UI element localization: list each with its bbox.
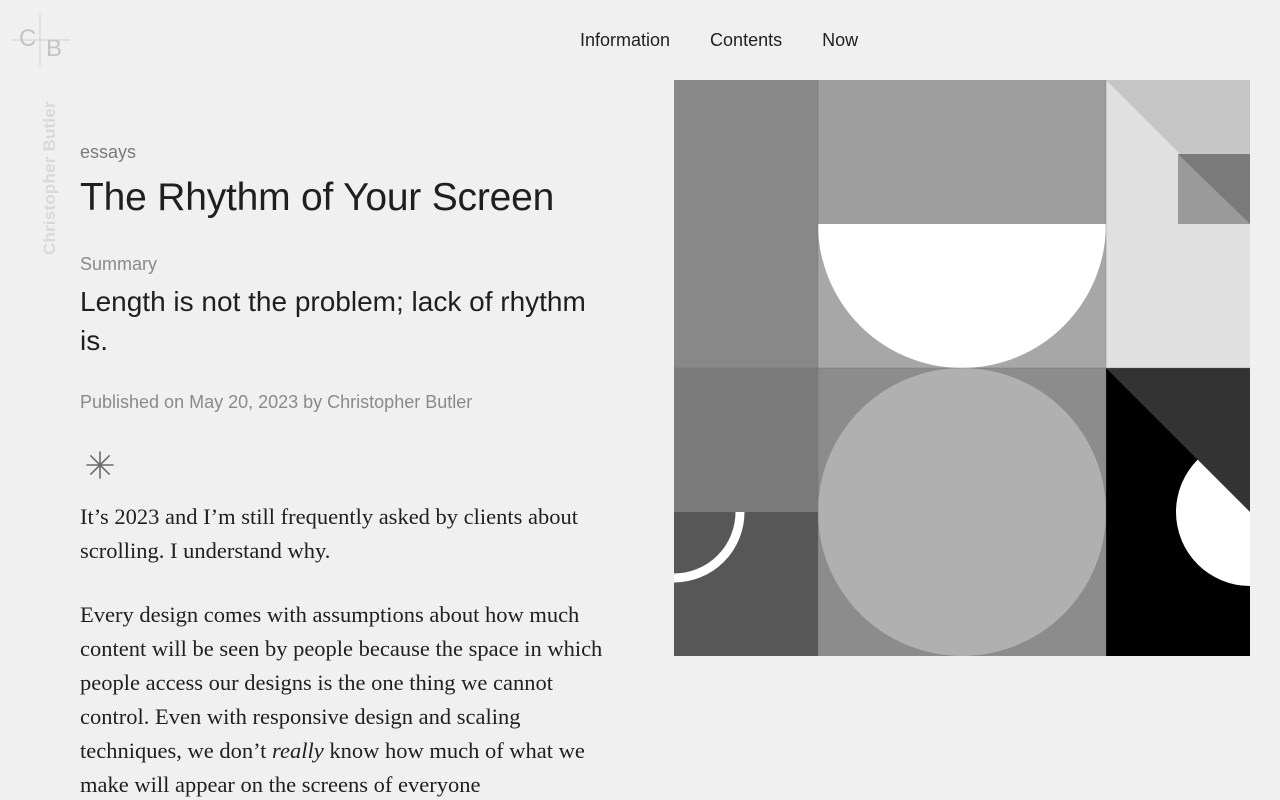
summary-label: Summary [80,254,158,274]
asterisk-icon [85,450,115,480]
paragraph-2-emphasis: really [272,738,324,763]
summary-text: Length is not the problem; lack of rhyth… [80,286,586,356]
paragraph-1: It’s 2023 and I’m still frequently asked… [80,504,579,563]
article: essays The Rhythm of Your Screen Summary… [80,140,625,800]
paragraph-2: Every design comes with assumptions abou… [80,598,620,800]
hero-block-center-top [818,80,1106,224]
article-body: It’s 2023 and I’m still frequently asked… [80,500,620,800]
page-title: The Rhythm of Your Screen [80,176,555,219]
published-line: Published on May 20, 2023 by Christopher… [80,392,473,412]
hero-full-circle [818,368,1106,656]
nav-item-contents[interactable]: Contents [710,28,782,52]
logo-letter-b: B [46,35,62,62]
nav-item-now[interactable]: Now [822,28,858,52]
vertical-site-name[interactable]: Christopher Butler [40,101,60,255]
category-link[interactable]: essays [80,140,136,164]
hero-block-left-middle [674,368,818,512]
hero-illustration [674,80,1250,656]
logo-letter-c: C [19,25,36,52]
site-logo[interactable]: C B [12,14,70,66]
main-nav: Information Contents Now [580,28,858,52]
nav-item-information[interactable]: Information [580,28,670,52]
hero-block-left-bottom [674,512,818,656]
hero-block-left-top [674,80,818,368]
